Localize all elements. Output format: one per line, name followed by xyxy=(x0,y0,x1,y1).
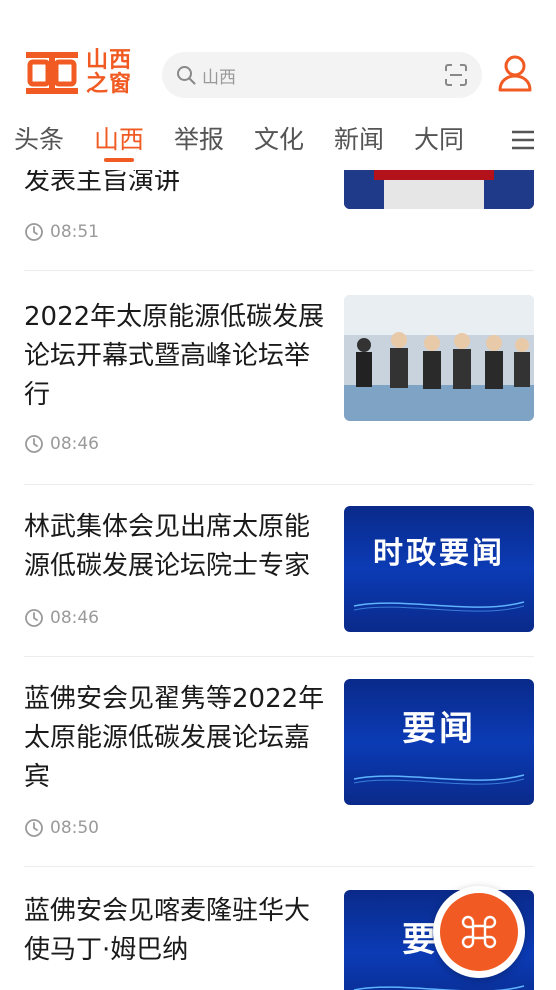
time-text: 08:46 xyxy=(50,608,99,628)
news-thumbnail[interactable] xyxy=(344,170,534,209)
command-icon xyxy=(461,915,497,949)
thumbnail-wave xyxy=(353,985,525,990)
tab-wenhua[interactable]: 文化 xyxy=(254,120,304,156)
tab-toutiao[interactable]: 头条 xyxy=(14,120,64,156)
list-item[interactable]: 2022年太原能源低碳发展论坛开幕式暨高峰论坛举行 08:46 xyxy=(24,294,534,474)
menu-icon[interactable] xyxy=(510,128,536,152)
news-time: 08:51 xyxy=(24,222,99,242)
logo-mark-icon xyxy=(26,52,78,94)
news-time: 08:46 xyxy=(24,608,99,628)
divider xyxy=(24,866,534,867)
tab-jubao[interactable]: 举报 xyxy=(174,120,224,156)
divider xyxy=(24,656,534,657)
clock-icon xyxy=(25,223,43,241)
divider xyxy=(24,270,534,271)
clock-icon xyxy=(25,819,43,837)
time-text: 08:46 xyxy=(50,434,99,454)
list-item[interactable]: 蓝佛安会见翟隽等2022年太原能源低碳发展论坛嘉宾 08:50 要闻 xyxy=(24,678,534,858)
divider xyxy=(24,484,534,485)
news-title[interactable]: 蓝佛安会见翟隽等2022年太原能源低碳发展论坛嘉宾 xyxy=(24,680,330,797)
news-thumbnail[interactable]: 时政要闻 xyxy=(344,506,534,632)
tab-datong[interactable]: 大同 xyxy=(414,120,464,156)
scan-icon[interactable] xyxy=(444,63,468,87)
logo-text-line1: 山西 xyxy=(86,48,133,73)
search-input[interactable]: 山西 xyxy=(202,63,444,88)
app-header: 山西 之窗 山西 xyxy=(0,0,556,112)
news-title[interactable]: 林武集体会见出席太原能源低碳发展论坛院士专家 xyxy=(24,508,330,586)
active-tab-indicator xyxy=(104,158,134,162)
news-thumbnail[interactable] xyxy=(344,295,534,421)
logo-text-line2: 之窗 xyxy=(86,72,133,97)
list-item[interactable]: 发表主旨演讲 08:51 xyxy=(24,170,534,270)
news-title[interactable]: 2022年太原能源低碳发展论坛开幕式暨高峰论坛举行 xyxy=(24,298,330,415)
user-icon[interactable] xyxy=(497,54,533,92)
tab-shanxi[interactable]: 山西 xyxy=(94,120,144,156)
thumbnail-image xyxy=(344,170,534,209)
news-time: 08:46 xyxy=(24,434,99,454)
thumbnail-wave xyxy=(353,601,525,612)
search-bar[interactable]: 山西 xyxy=(162,52,482,98)
thumbnail-wave xyxy=(353,774,525,785)
news-feed[interactable]: 发表主旨演讲 08:51 2022年太原能源低碳发展论坛开幕式暨高峰论坛举行 0… xyxy=(0,170,556,990)
clock-icon xyxy=(25,435,43,453)
list-item[interactable]: 林武集体会见出席太原能源低碳发展论坛院士专家 08:46 时政要闻 xyxy=(24,506,534,656)
news-thumbnail[interactable]: 要闻 xyxy=(344,679,534,805)
tab-xinwen[interactable]: 新闻 xyxy=(334,120,384,156)
time-text: 08:50 xyxy=(50,818,99,838)
news-title[interactable]: 蓝佛安会见喀麦隆驻华大使马丁·姆巴纳 xyxy=(24,892,330,970)
clock-icon xyxy=(25,609,43,627)
thumbnail-image xyxy=(344,295,534,421)
news-title[interactable]: 发表主旨演讲 xyxy=(24,170,330,201)
app-logo[interactable]: 山西 之窗 xyxy=(24,46,144,100)
thumbnail-label: 要闻 xyxy=(402,709,476,749)
news-time: 08:50 xyxy=(24,818,99,838)
floating-action-button[interactable] xyxy=(433,886,525,978)
time-text: 08:51 xyxy=(50,222,99,242)
fab-inner xyxy=(440,893,518,971)
channel-tabs: 头条 山西 举报 文化 新闻 大同 xyxy=(0,112,556,170)
thumbnail-label: 时政要闻 xyxy=(373,536,505,571)
search-icon xyxy=(177,66,196,85)
